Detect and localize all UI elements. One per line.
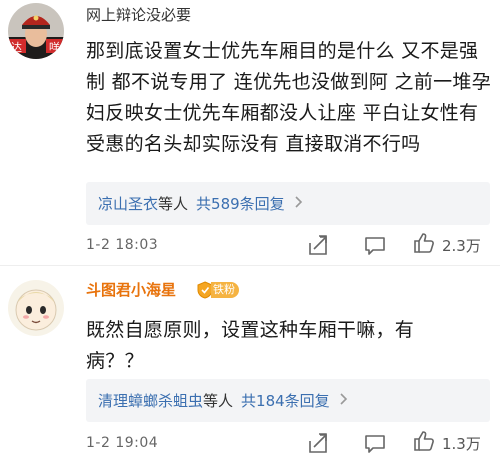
reply-count-link[interactable]: 共589条回复	[196, 193, 285, 214]
reply-suffix: 等人	[158, 195, 189, 213]
share-icon[interactable]	[306, 431, 330, 455]
comment-footer: 1-2 18:03 2.3万	[86, 230, 490, 260]
avatar-cartoon-icon	[8, 280, 64, 336]
comment-item: 达 咩 网上辩论没必要 那到底设置女士优先车厢目的是什么 又不是强制 都不说专用…	[0, 0, 500, 266]
fan-badge[interactable]: 铁粉	[197, 281, 239, 299]
timestamp: 1-2 18:03	[86, 237, 159, 253]
reply-count-link[interactable]: 共184条回复	[241, 390, 330, 411]
reply-user-link[interactable]: 清理蟑螂杀蛆虫	[98, 390, 203, 411]
like-button[interactable]: 1.3万	[412, 428, 481, 458]
badge-label: 铁粉	[211, 282, 239, 298]
user-avatar[interactable]: 达 咩	[8, 3, 64, 59]
comment-text: 那到底设置女士优先车厢目的是什么 又不是强制 都不说专用了 连优先也没做到阿 之…	[86, 40, 492, 155]
like-count: 2.3万	[442, 236, 481, 255]
svg-text:达: 达	[11, 41, 22, 54]
like-count: 1.3万	[442, 434, 481, 453]
comment-item: 斗图君小海星 铁粉 既然自愿原则，设置这种车厢干嘛，有病？？ 清理蟑螂杀蛆虫 等…	[0, 266, 500, 465]
replies-preview[interactable]: 凉山圣衣 等人 共589条回复	[86, 182, 490, 225]
username[interactable]: 斗图君小海星	[86, 280, 176, 300]
share-icon[interactable]	[306, 233, 330, 257]
avatar-photo-icon: 达 咩	[8, 3, 64, 59]
like-button[interactable]: 2.3万	[412, 230, 481, 260]
svg-text:咩: 咩	[49, 40, 60, 54]
thumbs-up-icon	[412, 231, 436, 259]
replies-preview[interactable]: 清理蟑螂杀蛆虫 等人 共184条回复	[86, 379, 490, 422]
username[interactable]: 网上辩论没必要	[86, 5, 191, 25]
timestamp: 1-2 19:04	[86, 435, 159, 451]
reply-suffix: 等人	[203, 392, 234, 410]
chevron-right-icon	[340, 392, 348, 409]
user-avatar[interactable]	[8, 280, 64, 336]
reply-user-link[interactable]: 凉山圣衣	[98, 193, 158, 214]
comment-footer: 1-2 19:04 1.3万	[86, 428, 490, 458]
comment-icon[interactable]	[363, 233, 387, 257]
thumbs-up-icon	[412, 429, 436, 457]
comment-text: 既然自愿原则，设置这种车厢干嘛，有病？？	[86, 319, 415, 372]
comment-icon[interactable]	[363, 431, 387, 455]
chevron-right-icon	[295, 195, 303, 212]
